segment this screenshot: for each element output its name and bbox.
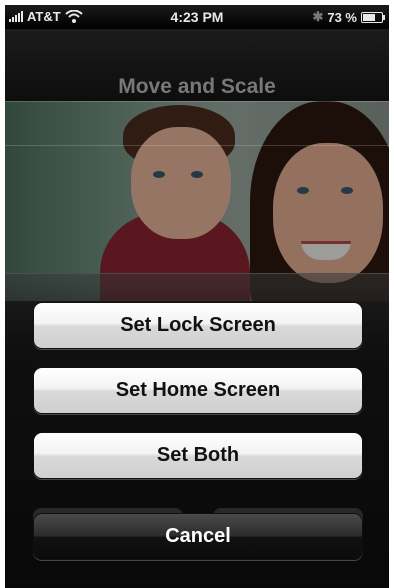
battery-icon [361, 11, 385, 23]
cancel-button[interactable]: Cancel [33, 513, 363, 560]
status-right: ✱ 73 % [312, 9, 385, 25]
crop-guide-line [5, 145, 389, 146]
bluetooth-icon: ✱ [312, 9, 324, 24]
status-bar: AT&T 4:23 PM ✱ 73 % [5, 5, 389, 29]
crop-guide-line [5, 101, 389, 102]
set-both-button[interactable]: Set Both [33, 432, 363, 479]
set-home-screen-button[interactable]: Set Home Screen [33, 367, 363, 414]
battery-percent: 73 % [327, 9, 357, 25]
battery-fill [363, 13, 375, 21]
phone-screen: AT&T 4:23 PM ✱ 73 % Move and Scale Set L… [5, 5, 389, 588]
set-lock-screen-button[interactable]: Set Lock Screen [33, 302, 363, 349]
